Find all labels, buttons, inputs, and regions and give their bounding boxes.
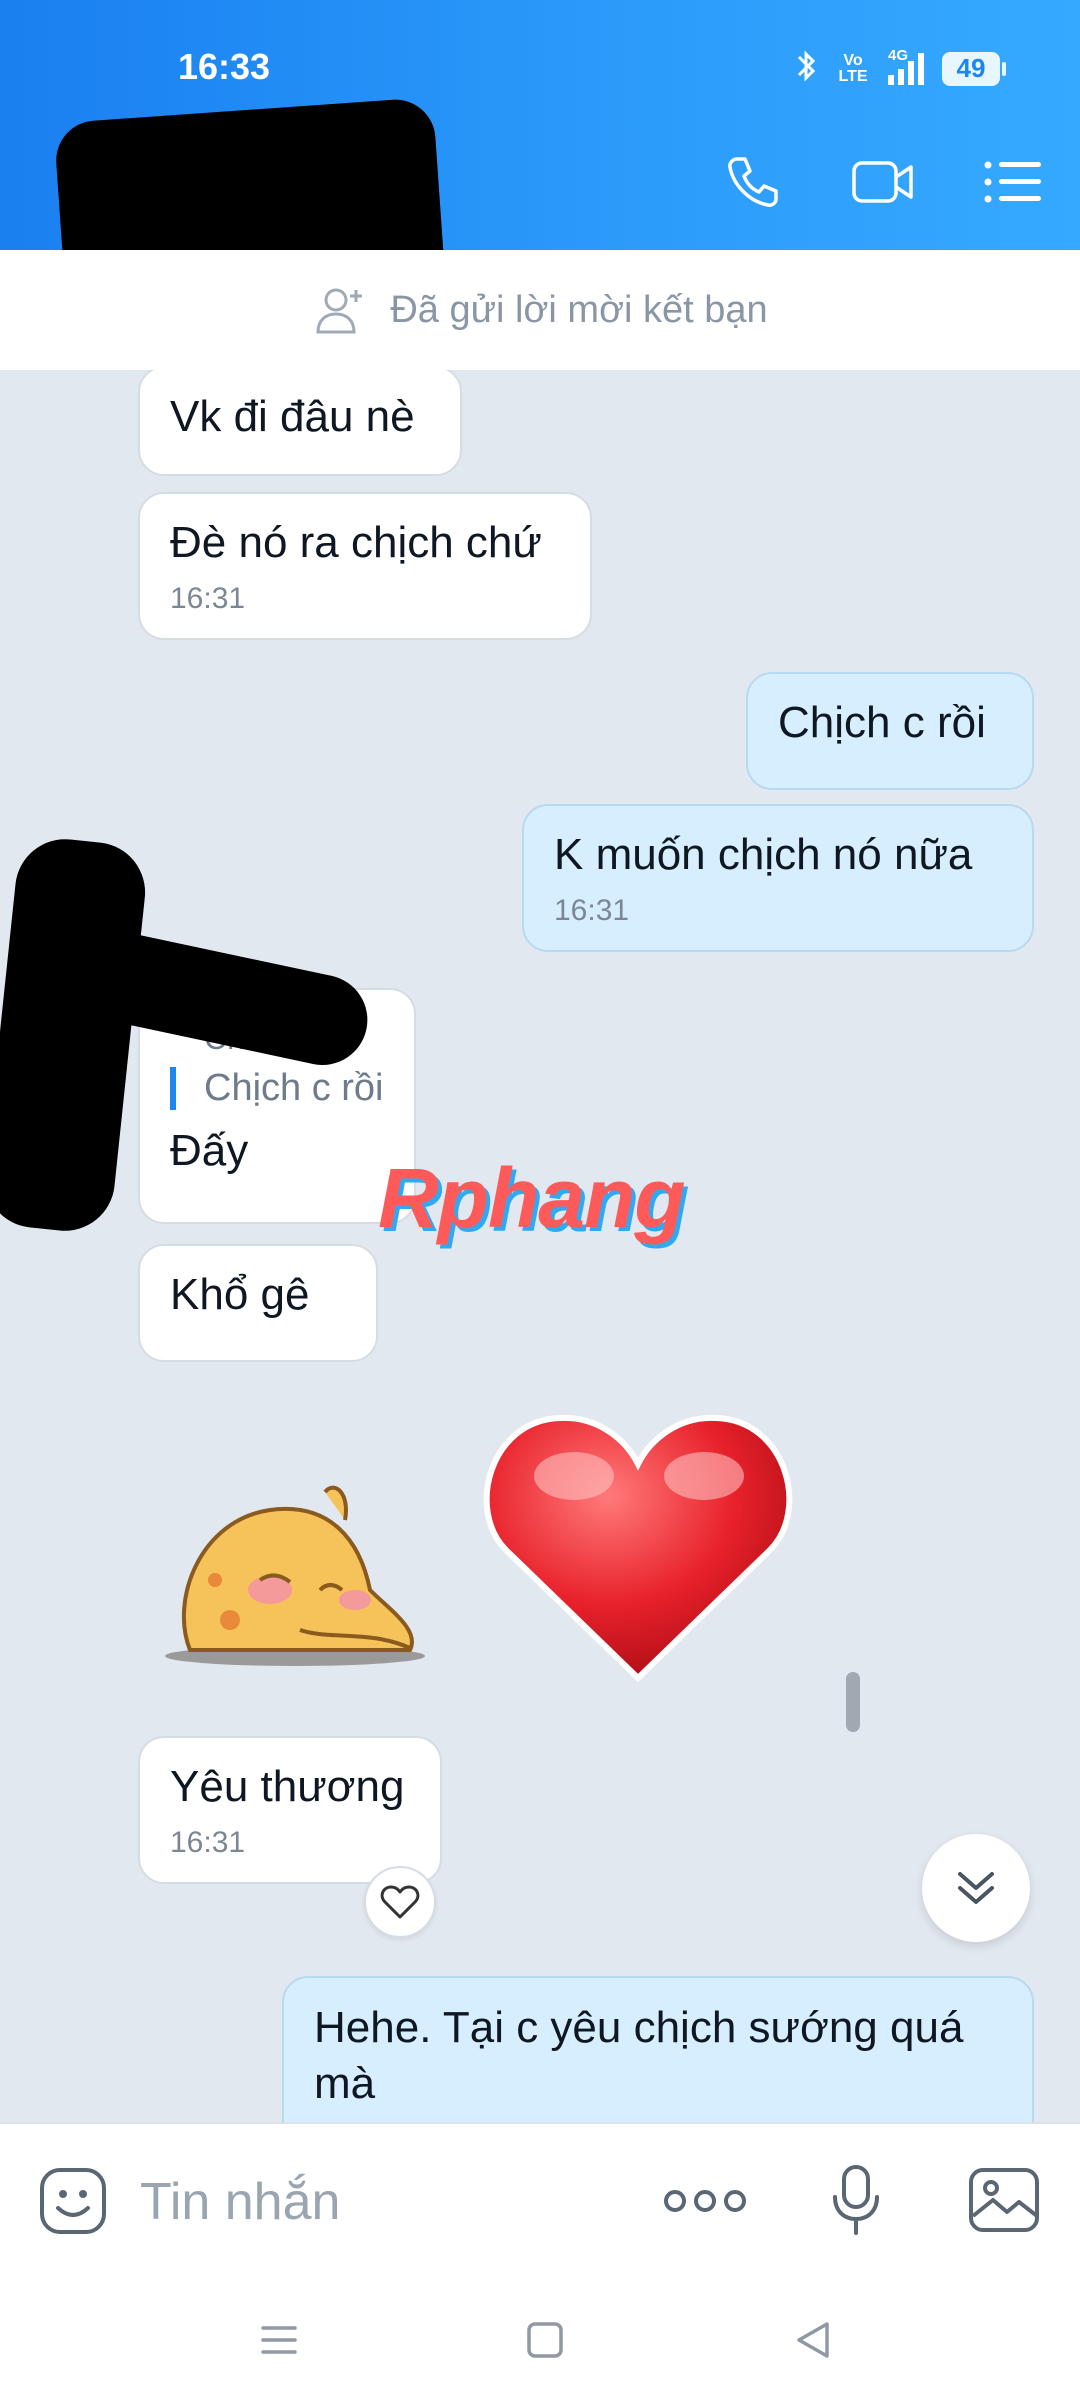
menu-icon xyxy=(261,2326,297,2354)
double-chevron-down-icon xyxy=(958,1872,994,1904)
message-bubble[interactable]: Chịch c rồi xyxy=(746,672,1034,790)
red-heart-sticker[interactable] xyxy=(482,1410,794,1686)
message-text: Hehe. Tại c yêu chịch sướng quá mà xyxy=(314,2003,964,2108)
message-text: Khổ gê xyxy=(170,1270,310,1319)
battery-icon: 49 xyxy=(942,51,1006,86)
microphone-icon xyxy=(833,2165,879,2235)
sticker-shadow xyxy=(846,1672,860,1732)
more-button[interactable] xyxy=(660,2174,750,2228)
message-text: Vk đi đâu nè xyxy=(170,392,415,441)
message-time: 16:31 xyxy=(554,894,630,927)
friend-request-bar: Đã gửi lời mời kết bạn xyxy=(0,250,1080,370)
scroll-to-bottom-button[interactable] xyxy=(922,1834,1030,1942)
system-nav-bar xyxy=(0,2272,1080,2400)
message-text: Đè nó ra chịch chứ xyxy=(170,518,542,567)
message-bubble[interactable]: Đè nó ra chịch chứ 16:31 xyxy=(138,492,592,640)
image-button[interactable] xyxy=(964,2162,1044,2238)
message-bubble[interactable]: Hehe. Tại c yêu chịch sướng quá mà xyxy=(282,1976,1034,2122)
video-call-icon xyxy=(852,161,913,203)
quoted-message: Chịch c rồi xyxy=(170,1067,384,1110)
signal-icon: 4G xyxy=(888,47,924,85)
voice-call-button[interactable] xyxy=(716,145,790,219)
back-icon xyxy=(797,2322,829,2358)
message-composer: Tin nhắn xyxy=(0,2122,1080,2274)
image-icon xyxy=(969,2168,1039,2232)
phone-icon xyxy=(728,157,778,207)
heart-icon xyxy=(380,1885,420,1919)
menu-button[interactable] xyxy=(976,145,1050,219)
nav-back-button[interactable] xyxy=(778,2310,848,2370)
video-call-button[interactable] xyxy=(846,145,920,219)
watermark: Rphang xyxy=(378,1151,686,1245)
message-input[interactable]: Tin nhắn xyxy=(140,2172,340,2232)
message-text: Đấy xyxy=(170,1126,249,1175)
heart-reaction-button[interactable] xyxy=(364,1866,436,1938)
message-text: Yêu thương xyxy=(170,1762,405,1811)
more-icon xyxy=(664,2190,746,2212)
status-icons: Vo LTE 4G 49 xyxy=(796,47,1006,89)
volte-icon: Vo LTE xyxy=(838,51,868,85)
message-bubble[interactable]: Yêu thương 16:31 xyxy=(138,1736,442,1884)
list-icon xyxy=(984,161,1041,203)
friend-request-label: Đã gửi lời mời kết bạn xyxy=(390,288,768,331)
message-text: Chịch c rồi xyxy=(778,698,986,747)
recent-apps-button[interactable] xyxy=(244,2312,314,2368)
message-list[interactable]: Vk đi đâu nè Đè nó ra chịch chứ 16:31 Ch… xyxy=(0,370,1080,2122)
add-user-icon xyxy=(316,288,363,334)
sticker-icon xyxy=(40,2168,106,2234)
status-time: 16:33 xyxy=(178,46,271,87)
bluetooth-icon xyxy=(796,48,818,89)
message-bubble[interactable]: Khổ gê xyxy=(138,1244,378,1362)
message-bubble[interactable]: K muốn chịch nó nữa 16:31 xyxy=(522,804,1034,952)
message-text: K muốn chịch nó nữa xyxy=(554,830,973,879)
message-time: 16:31 xyxy=(170,582,246,615)
sticker-button[interactable] xyxy=(36,2164,110,2238)
network-type-label: 4G xyxy=(888,46,909,64)
home-icon xyxy=(527,2322,563,2358)
sleeping-cat-sticker[interactable] xyxy=(160,1480,430,1670)
voice-button[interactable] xyxy=(820,2160,892,2240)
message-bubble[interactable]: Vk đi đâu nè xyxy=(138,370,462,476)
home-button[interactable] xyxy=(510,2310,580,2370)
message-time: 16:31 xyxy=(170,1826,246,1859)
